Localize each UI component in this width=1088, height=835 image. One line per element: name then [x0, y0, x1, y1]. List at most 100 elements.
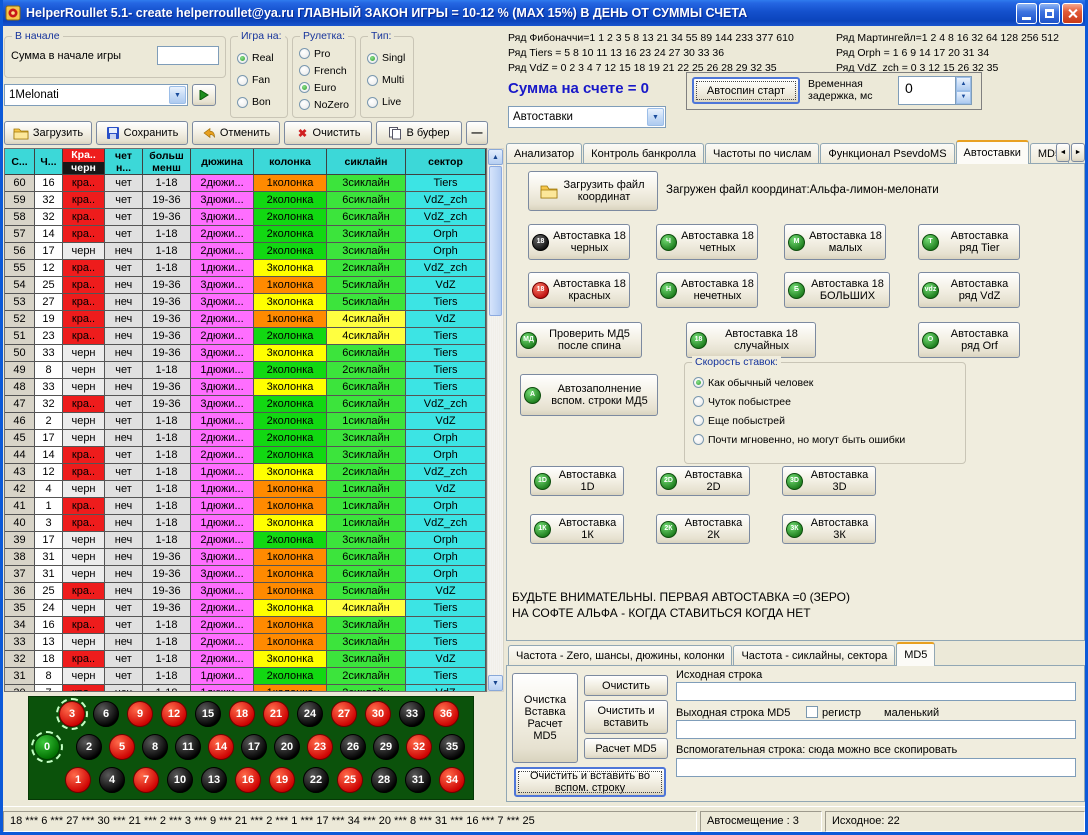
roulette-number-13[interactable]: 13: [201, 767, 227, 793]
freq-tab-2[interactable]: MD5: [896, 642, 935, 666]
profile-combobox[interactable]: 1Melonati ▼: [4, 84, 188, 106]
wheel-option-0[interactable]: Pro: [299, 45, 349, 62]
register-checkbox[interactable]: [806, 706, 818, 718]
roulette-number-8[interactable]: 8: [142, 734, 168, 760]
roulette-number-10[interactable]: 10: [167, 767, 193, 793]
game-option-0[interactable]: Real: [237, 47, 274, 69]
roulette-number-22[interactable]: 22: [303, 767, 329, 793]
table-row[interactable]: 3831черннеч19-363дюжи...1колонка6сиклайн…: [5, 549, 486, 566]
speed-option-2[interactable]: Еще побыстрей: [693, 411, 905, 430]
freq-tab-0[interactable]: Частота - Zero, шансы, дюжины, колонки: [508, 645, 732, 666]
chevron-down-icon[interactable]: ▼: [647, 108, 664, 126]
chevron-down-icon[interactable]: ▼: [169, 86, 186, 104]
mode-option-2[interactable]: Live: [367, 91, 405, 113]
roulette-number-20[interactable]: 20: [274, 734, 300, 760]
roulette-number-5[interactable]: 5: [109, 734, 135, 760]
wheel-option-2[interactable]: Euro: [299, 79, 349, 96]
table-row[interactable]: 403кра..неч1-181дюжи...3колонка1сиклайнV…: [5, 515, 486, 532]
table-scrollbar[interactable]: ▲ ▼: [487, 148, 504, 692]
start-sum-input[interactable]: [157, 46, 219, 65]
table-row[interactable]: 3218кра..чет1-182дюжи...3колонка3сиклайн…: [5, 651, 486, 668]
table-row[interactable]: 3917черннеч1-182дюжи...2колонка3сиклайнO…: [5, 532, 486, 549]
minimize-button[interactable]: [1016, 3, 1037, 24]
autobet-3d-button[interactable]: 3D Автоставка 3D: [782, 466, 876, 496]
autobet-vdz-button[interactable]: vdz Автоставка ряд VdZ: [918, 272, 1020, 308]
delay-spinner[interactable]: 0 ▲ ▼: [898, 76, 972, 105]
roulette-number-36[interactable]: 36: [433, 701, 459, 727]
roulette-number-12[interactable]: 12: [161, 701, 187, 727]
autobet-18-high-button[interactable]: Б Автоставка 18 БОЛЬШИХ: [784, 272, 890, 308]
roulette-number-4[interactable]: 4: [99, 767, 125, 793]
autobet-combobox[interactable]: Автоставки ▼: [508, 106, 666, 128]
clear-button[interactable]: Очистить: [284, 121, 372, 145]
roulette-number-3[interactable]: 3: [59, 701, 85, 727]
md5-clear-insert-button[interactable]: Очистить и вставить: [584, 700, 668, 734]
spinner-up-button[interactable]: ▲: [956, 77, 971, 91]
game-option-2[interactable]: Bon: [237, 91, 274, 113]
table-row[interactable]: 5219кра..неч19-362дюжи...1колонка4сиклай…: [5, 311, 486, 328]
run-profile-button[interactable]: [192, 84, 216, 106]
table-row[interactable]: 5425кра..неч19-363дюжи...1колонка5сиклай…: [5, 277, 486, 294]
save-button[interactable]: Сохранить: [96, 121, 188, 145]
speed-option-0[interactable]: Как обычный человек: [693, 373, 905, 392]
table-row[interactable]: 4517черннеч1-182дюжи...2колонка3сиклайнO…: [5, 430, 486, 447]
roulette-number-0[interactable]: 0: [34, 734, 60, 760]
roulette-number-16[interactable]: 16: [235, 767, 261, 793]
autobet-1d-button[interactable]: 1D Автоставка 1D: [530, 466, 624, 496]
roulette-number-32[interactable]: 32: [406, 734, 432, 760]
scrollbar-thumb[interactable]: [489, 166, 502, 316]
table-row[interactable]: 5512кра..чет1-181дюжи...3колонка2сиклайн…: [5, 260, 486, 277]
table-row[interactable]: 3416кра..чет1-182дюжи...1колонка3сиклайн…: [5, 617, 486, 634]
autobet-18-random-button[interactable]: 18 Автоставка 18 случайных: [686, 322, 816, 358]
autobet-tier-button[interactable]: Т Автоставка ряд Tier: [918, 224, 1020, 260]
table-row[interactable]: 5932кра..чет19-363дюжи...2колонка6сиклай…: [5, 192, 486, 209]
tab-scroll-right-button[interactable]: ►: [1071, 143, 1085, 162]
autobet-18-red-button[interactable]: 18 Автоставка 18 красных: [528, 272, 630, 308]
roulette-number-11[interactable]: 11: [175, 734, 201, 760]
table-row[interactable]: 318чернчет1-181дюжи...2колонка2сиклайнTi…: [5, 668, 486, 685]
wheel-option-1[interactable]: French: [299, 62, 349, 79]
table-row[interactable]: 411кра..неч1-181дюжи...1колонка1сиклайнO…: [5, 498, 486, 515]
load-coords-button[interactable]: Загрузить файл координат: [528, 171, 658, 211]
tab-scroll-left-button[interactable]: ◄: [1056, 143, 1070, 162]
autospin-start-button[interactable]: Автоспин старт: [692, 77, 800, 104]
md5-source-input[interactable]: [676, 682, 1076, 701]
md5-helper-input[interactable]: [676, 758, 1076, 777]
table-row[interactable]: 5327кра..неч19-363дюжи...3колонка5сиклай…: [5, 294, 486, 311]
table-row[interactable]: 498чернчет1-181дюжи...2колонка2сиклайнTi…: [5, 362, 486, 379]
autobet-18-black-button[interactable]: 18 Автоставка 18 черных: [528, 224, 630, 260]
roulette-number-25[interactable]: 25: [337, 767, 363, 793]
table-row[interactable]: 3625кра..неч19-363дюжи...1колонка5сиклай…: [5, 583, 486, 600]
collapse-button[interactable]: —: [466, 121, 488, 145]
mode-option-0[interactable]: Singl: [367, 47, 405, 69]
roulette-number-17[interactable]: 17: [241, 734, 267, 760]
roulette-number-9[interactable]: 9: [127, 701, 153, 727]
roulette-number-15[interactable]: 15: [195, 701, 221, 727]
roulette-number-18[interactable]: 18: [229, 701, 255, 727]
roulette-number-26[interactable]: 26: [340, 734, 366, 760]
roulette-number-34[interactable]: 34: [439, 767, 465, 793]
roulette-number-2[interactable]: 2: [76, 734, 102, 760]
roulette-number-1[interactable]: 1: [65, 767, 91, 793]
load-button[interactable]: Загрузить: [4, 121, 92, 145]
md5-calc-button[interactable]: Расчет MD5: [584, 738, 668, 759]
mode-option-1[interactable]: Multi: [367, 69, 405, 91]
wheel-option-3[interactable]: NoZero: [299, 96, 349, 113]
autobet-2k-button[interactable]: 2К Автоставка 2К: [656, 514, 750, 544]
autobet-18-even-button[interactable]: Ч Автоставка 18 четных: [656, 224, 758, 260]
table-row[interactable]: 3313черннеч1-182дюжи...1колонка3сиклайнT…: [5, 634, 486, 651]
roulette-number-23[interactable]: 23: [307, 734, 333, 760]
roulette-number-19[interactable]: 19: [269, 767, 295, 793]
game-option-1[interactable]: Fan: [237, 69, 274, 91]
scroll-up-button[interactable]: ▲: [488, 149, 503, 165]
table-row[interactable]: 5033черннеч19-363дюжи...3колонка6сиклайн…: [5, 345, 486, 362]
speed-option-1[interactable]: Чуток побыстрее: [693, 392, 905, 411]
table-row[interactable]: 5832кра..чет19-363дюжи...2колонка6сиклай…: [5, 209, 486, 226]
copy-buffer-button[interactable]: В буфер: [376, 121, 462, 145]
md5-output-input[interactable]: [676, 720, 1076, 739]
speed-option-3[interactable]: Почти мгновенно, но могут быть ошибки: [693, 430, 905, 449]
roulette-number-21[interactable]: 21: [263, 701, 289, 727]
roulette-number-27[interactable]: 27: [331, 701, 357, 727]
table-row[interactable]: 4732кра..чет19-363дюжи...2колонка6сиклай…: [5, 396, 486, 413]
roulette-number-24[interactable]: 24: [297, 701, 323, 727]
